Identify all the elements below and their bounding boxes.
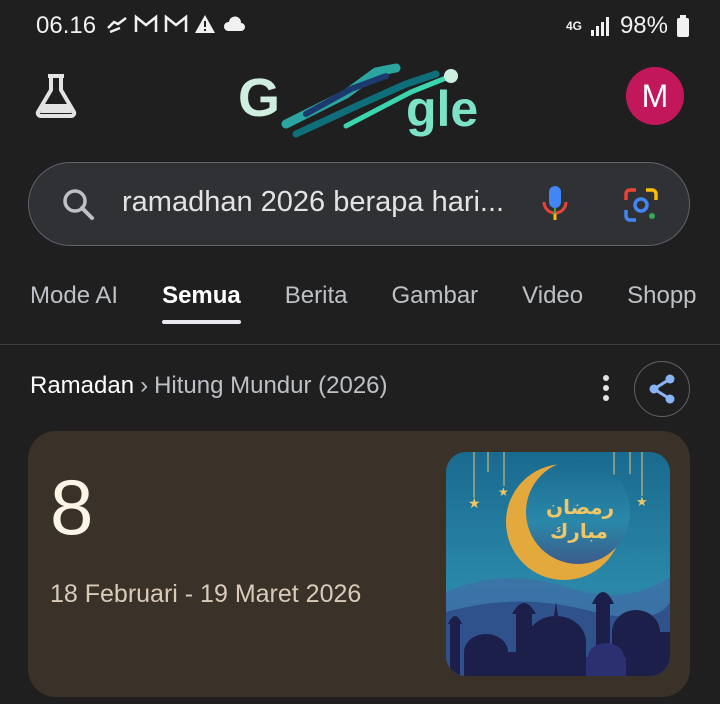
signal-icon xyxy=(590,17,609,36)
svg-text:gle: gle xyxy=(406,81,478,137)
search-icon xyxy=(63,189,94,220)
warning-icon xyxy=(195,15,215,33)
ramadan-illustration: ★ ★ ★ ★ رمضان مبارك xyxy=(446,452,670,676)
tab-gambar[interactable]: Gambar xyxy=(391,282,478,324)
svg-text:G: G xyxy=(238,68,280,128)
divider xyxy=(0,344,720,345)
more-options-icon[interactable] xyxy=(596,374,616,402)
breadcrumb-main[interactable]: Ramadan xyxy=(30,372,134,399)
status-time: 06.16 xyxy=(36,12,97,39)
svg-text:★: ★ xyxy=(636,494,648,509)
gmail-icon xyxy=(164,14,188,32)
network-type: 4G xyxy=(565,19,582,33)
breadcrumb-sub: Hitung Mundur (2026) xyxy=(154,372,388,399)
breadcrumb: Ramadan › Hitung Mundur (2026) xyxy=(30,372,388,400)
search-query[interactable]: ramadhan 2026 berapa hari... xyxy=(122,186,512,219)
days-count: 8 xyxy=(50,463,94,551)
google-doodle-logo[interactable]: G gle xyxy=(238,54,488,140)
svg-text:مبارك: مبارك xyxy=(550,521,608,543)
gmail-icon xyxy=(134,14,158,32)
share-button[interactable] xyxy=(634,361,690,417)
notification-icons xyxy=(106,14,246,34)
share-icon xyxy=(649,374,675,404)
cloud-icon xyxy=(223,16,245,31)
search-tabs: Mode AI Semua Berita Gambar Video Shopp xyxy=(30,282,720,324)
google-lens-icon[interactable] xyxy=(622,186,660,224)
svg-text:★: ★ xyxy=(468,495,481,511)
tab-mode-ai[interactable]: Mode AI xyxy=(30,282,118,324)
tab-semua[interactable]: Semua xyxy=(162,282,241,324)
breadcrumb-separator: › xyxy=(140,372,149,399)
labs-flask-icon[interactable] xyxy=(32,72,80,120)
tab-shopping[interactable]: Shopp xyxy=(627,282,696,324)
svg-text:★: ★ xyxy=(498,485,509,499)
microphone-icon[interactable] xyxy=(540,184,570,224)
status-right: 4G 98% xyxy=(566,12,690,40)
hand-icon xyxy=(107,17,127,34)
tab-berita[interactable]: Berita xyxy=(285,282,348,324)
battery-percent: 98% xyxy=(619,12,668,39)
battery-icon xyxy=(677,15,689,37)
tab-video[interactable]: Video xyxy=(522,282,583,324)
svg-text:رمضان: رمضان xyxy=(546,497,614,519)
date-range: 18 Februari - 19 Maret 2026 xyxy=(50,580,362,608)
account-avatar[interactable]: M xyxy=(626,67,684,125)
